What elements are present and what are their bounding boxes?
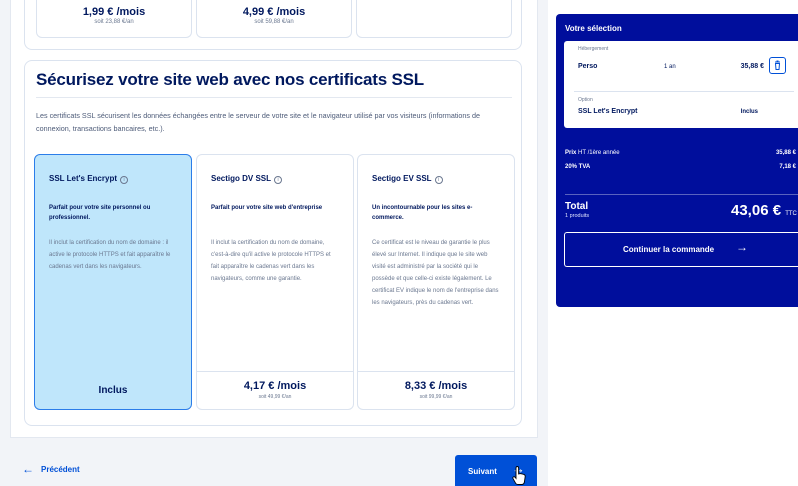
- hosting-name: Perso: [578, 63, 598, 70]
- offer-description: Il inclut la certification du nom de dom…: [49, 240, 171, 270]
- info-icon[interactable]: i: [434, 176, 443, 184]
- ssl-offer-sectigo-ev[interactable]: Sectigo EV SSL i Un incontournable pour l…: [357, 154, 515, 410]
- tax-value: 7,18 €: [779, 164, 796, 170]
- option-value: Inclus: [740, 109, 758, 115]
- offer-price: 4,17 € /mois: [243, 380, 307, 392]
- offer-title: Sectigo EV SSL i: [372, 174, 443, 184]
- hosting-duration: 1 an: [664, 64, 676, 70]
- total-value: 43,06 € TTC: [731, 202, 797, 219]
- option-name: SSL Let's Encrypt: [578, 108, 638, 115]
- ssl-offer-sectigo-dv[interactable]: Sectigo DV SSL i Parfait pour votre site …: [196, 154, 354, 410]
- next-button-label: Suivant: [468, 467, 497, 476]
- selection-panel: Votre sélection Hébergement Perso 1 an 3…: [556, 14, 798, 307]
- offer-tagline: Parfait pour votre site personnel ou pro…: [49, 205, 151, 221]
- offer-included-label: Inclus: [98, 385, 128, 396]
- trash-icon: [774, 60, 781, 70]
- divider: [574, 91, 794, 92]
- offer-footer: 4,17 € /mois soit 49,99 €/an: [197, 371, 353, 409]
- continue-order-button[interactable]: Continuer la commande →: [564, 232, 798, 267]
- hosting-label: Hébergement: [578, 46, 609, 52]
- tax-label: 20% TVA: [565, 164, 591, 170]
- hand-cursor-icon: [512, 466, 526, 485]
- plan-card[interactable]: [356, 0, 512, 38]
- plan-price-sub: soit 23,88 €/an: [94, 19, 134, 25]
- previous-link[interactable]: ← Précédent: [22, 462, 80, 476]
- offer-title: SSL Let's Encrypt i: [49, 174, 128, 184]
- plan-card[interactable]: 4,99 € /mois soit 59,88 €/an: [196, 0, 352, 38]
- ssl-offer-lets-encrypt[interactable]: SSL Let's Encrypt i Parfait pour votre si…: [34, 154, 192, 410]
- plan-card[interactable]: 1,99 € /mois soit 23,88 €/an: [36, 0, 192, 38]
- offer-description: Il inclut la certification du nom de dom…: [211, 240, 331, 282]
- offer-price-sub: soit 99,99 €/an: [419, 394, 453, 400]
- option-label: Option: [578, 97, 593, 103]
- offer-price: 8,33 € /mois: [404, 380, 468, 392]
- total-label: Total: [565, 201, 589, 212]
- arrow-right-icon: →: [736, 240, 748, 254]
- plan-price-sub: soit 59,88 €/an: [254, 19, 294, 25]
- offer-tagline: Parfait pour votre site web d'entreprise: [211, 205, 323, 211]
- price-value: 35,88 €: [775, 150, 796, 156]
- selection-title: Votre sélection: [565, 24, 622, 33]
- offer-footer: 8,33 € /mois soit 99,99 €/an: [358, 371, 514, 409]
- plan-price: 1,99 € /mois: [82, 6, 146, 18]
- offer-footer: Inclus: [35, 371, 191, 409]
- offer-description: Ce certificat est le niveau de garantie …: [372, 240, 499, 306]
- ssl-section-title: Sécurisez votre site web avec nos certif…: [36, 70, 424, 89]
- ssl-description: Les certificats SSL sécurisent les donné…: [36, 111, 480, 133]
- offer-price-sub: soit 49,99 €/an: [258, 394, 292, 400]
- total-products-count: 1 produits: [565, 213, 590, 219]
- divider: [36, 97, 512, 98]
- continue-label: Continuer la commande: [623, 245, 715, 254]
- arrow-left-icon: ←: [22, 462, 34, 476]
- offer-title: Sectigo DV SSL i: [211, 174, 283, 184]
- divider: [565, 194, 798, 195]
- selection-card: Hébergement Perso 1 an 35,88 € Option SS…: [564, 41, 798, 128]
- info-icon[interactable]: i: [120, 176, 128, 184]
- info-icon[interactable]: i: [274, 176, 283, 184]
- plan-price: 4,99 € /mois: [242, 6, 306, 18]
- delete-button[interactable]: [769, 57, 786, 74]
- hosting-price: 35,88 €: [740, 63, 764, 70]
- offer-tagline: Un incontournable pour les sites e-comme…: [372, 205, 473, 221]
